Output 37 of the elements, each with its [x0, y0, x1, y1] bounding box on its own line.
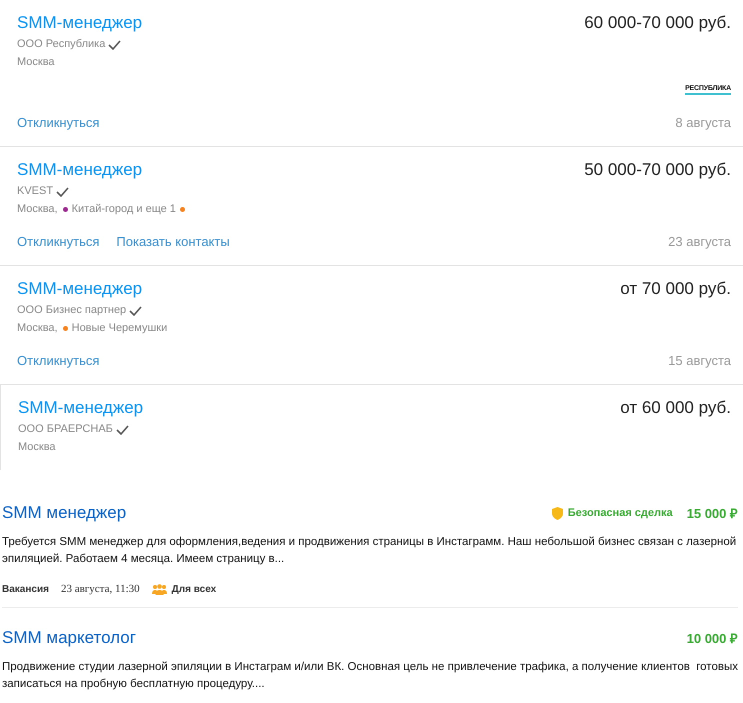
publish-date: 23 августа — [668, 233, 731, 250]
task-title[interactable]: SMM маркетолог — [2, 627, 136, 649]
city: Москва — [17, 55, 55, 70]
task-type: Вакансия — [2, 584, 49, 594]
salary: 60 000-70 000 руб. — [584, 12, 731, 34]
respond-link[interactable]: Откликнуться — [17, 352, 100, 369]
vacancy-title[interactable]: SMM-менеджер — [17, 278, 142, 300]
safe-deal-label: Безопасная сделка — [568, 507, 673, 519]
vacancy-title[interactable]: SMM-менеджер — [17, 159, 142, 181]
respond-link[interactable]: Откликнуться — [17, 114, 100, 131]
salary: от 60 000 руб. — [620, 397, 731, 419]
task-price: 15 000 ₽ — [686, 505, 738, 522]
company-name: ООО БРАЕРСНАБ — [18, 422, 113, 437]
publish-date: 15 августа — [668, 352, 731, 369]
people-icon — [152, 584, 167, 594]
company-name: ООО Республика — [17, 37, 106, 52]
city: Москва — [18, 440, 56, 455]
task-title[interactable]: SMM менеджер — [2, 502, 126, 524]
metro-station: Новые Черемушки — [72, 321, 168, 336]
metro-station: Китай-город и еще 1 — [72, 202, 176, 217]
company-name: ООО Бизнес партнер — [17, 303, 126, 318]
task-description: Требуется SMM менеджер для оформления,ведения и продвижения страницы в Инстаграмм. Наш небольшой бизнес связан с лазерной эпиляцией. Работаем 4 месяца. Имеем страницу в... — [2, 535, 738, 567]
vacancy-title[interactable]: SMM-менеджер — [18, 397, 144, 419]
contacts-link[interactable]: Показать контакты — [116, 233, 230, 250]
task-price: 10 000 ₽ — [686, 630, 738, 647]
vacancy-title[interactable]: SMM-менеджер — [17, 12, 142, 34]
task-date: 23 августа, 11:30 — [60, 583, 140, 595]
publish-date: 8 августа — [675, 114, 731, 131]
respond-link[interactable]: Откликнуться — [17, 233, 100, 250]
audience-label: Для всех — [172, 584, 216, 594]
salary: от 70 000 руб. — [620, 278, 731, 300]
city: Москва, — [17, 321, 58, 336]
task-description: Продвижение студии лазерной эпиляции в Инстаграм и/или ВК. Основная цель не привлечение трафика, а получение клиентов готовых записаться на пробную бесплатную процедуру.... — [2, 660, 738, 692]
company-name: KVEST — [17, 184, 54, 199]
salary: 50 000-70 000 руб. — [584, 159, 731, 181]
shield-icon — [552, 506, 563, 520]
city: Москва, — [17, 202, 58, 217]
